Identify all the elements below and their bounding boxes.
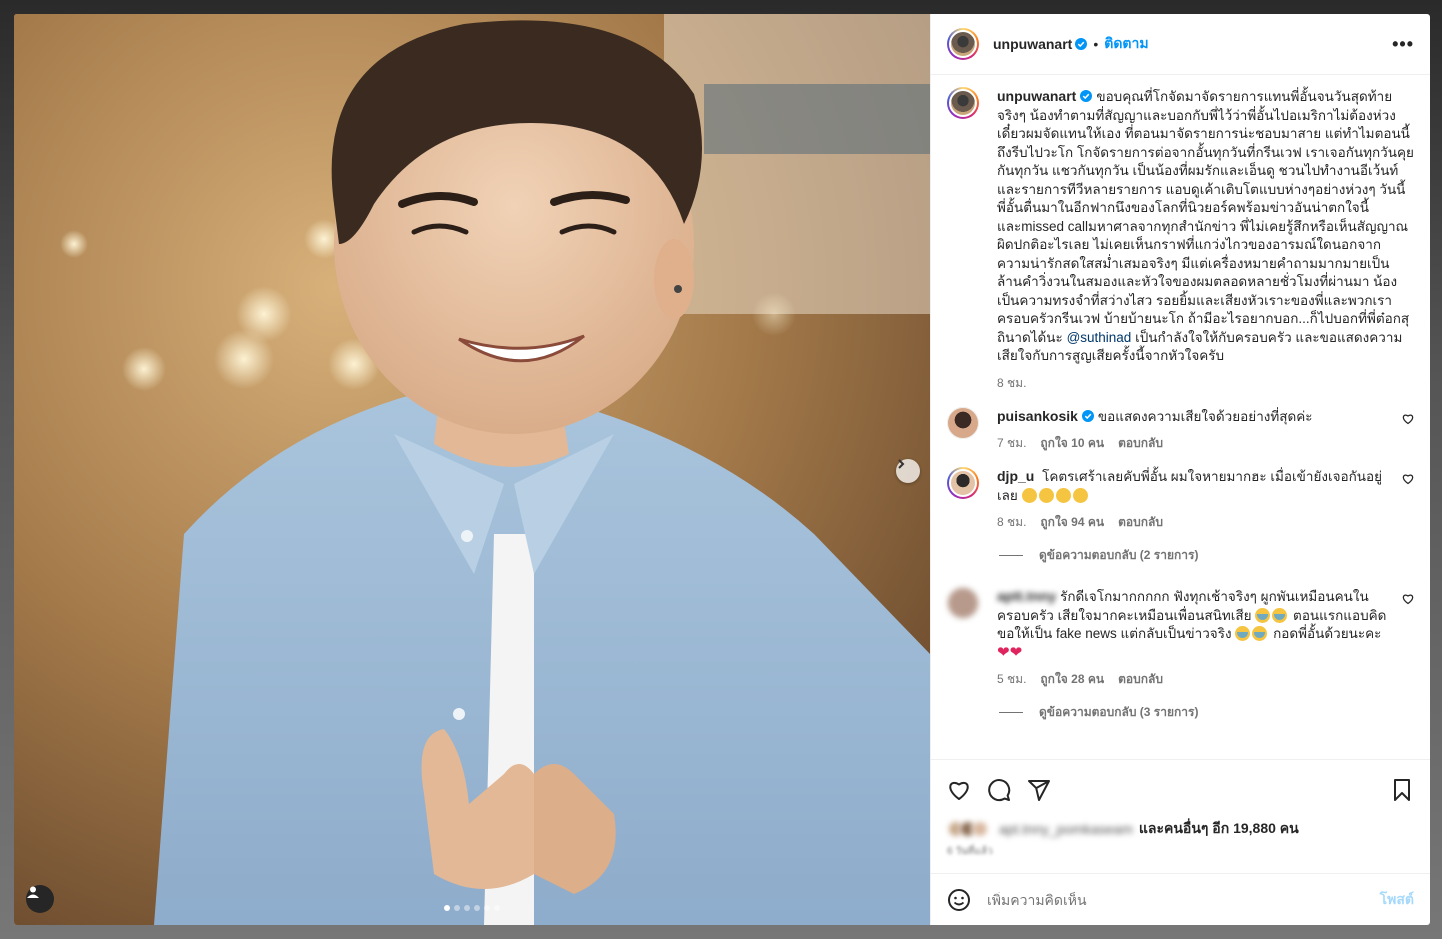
photo-image (14, 14, 930, 925)
reply-button[interactable]: ตอบกลับ (1118, 670, 1163, 689)
caption-text: unpuwanart ขอบคุณที่โกจัดมาจัดรายการแทนพี… (997, 87, 1414, 366)
emoji-sad-group (1021, 487, 1090, 503)
commenter-username[interactable]: djp_u (997, 468, 1034, 484)
share-icon[interactable] (1027, 778, 1051, 802)
comment-text-3: กอดพี่อั้นด้วยนะคะ (1273, 626, 1382, 641)
author-avatar[interactable] (947, 87, 979, 119)
comment-likes[interactable]: ถูกใจ 94 คน (1040, 513, 1104, 532)
emoji-heart-group: ❤❤ (997, 643, 1023, 661)
comment-item: puisankosik ขอแสดงความเสียใจด้วยอย่างที่ส… (947, 406, 1414, 454)
post-caption: unpuwanart ขอบคุณที่โกจัดมาจัดรายการแทนพี… (947, 87, 1414, 393)
post-side-panel: unpuwanart • ติดตาม ••• unpuwanart ขอบคุณ… (930, 14, 1430, 925)
action-icons-row (947, 770, 1414, 810)
carousel-dot (494, 905, 500, 911)
post-modal: unpuwanart • ติดตาม ••• unpuwanart ขอบคุณ… (14, 14, 1430, 925)
carousel-dot (474, 905, 480, 911)
author-username[interactable]: unpuwanart (993, 36, 1072, 52)
reply-button[interactable]: ตอบกลับ (1118, 513, 1163, 532)
caption-time: 8 ชม. (997, 375, 1027, 390)
author-info: unpuwanart • ติดตาม (993, 33, 1149, 55)
verified-badge-icon (1081, 409, 1094, 422)
comment-likes[interactable]: ถูกใจ 10 คน (1040, 434, 1104, 453)
comment-time: 8 ชม. (997, 515, 1027, 529)
comment-input[interactable] (987, 891, 1380, 908)
comment-composer: โพสต์ (931, 873, 1430, 925)
reply-button[interactable]: ตอบกลับ (1118, 434, 1163, 453)
likes-summary[interactable]: apt.tnny_pomkaseam และคนอื่นๆ อีก 19,880… (947, 818, 1414, 840)
replies-divider (999, 555, 1023, 556)
commenter-avatar[interactable] (947, 406, 979, 439)
commenter-avatar[interactable] (947, 587, 979, 619)
liked-by-name[interactable]: apt.tnny_pomkaseam (999, 821, 1133, 837)
post-photo[interactable] (14, 14, 930, 925)
carousel-dot (484, 905, 490, 911)
comment-text: ขอแสดงความเสียใจด้วยอย่างที่สุดค่ะ (1097, 408, 1313, 424)
view-replies-label: ดูข้อความตอบกลับ (3 รายการ) (1039, 705, 1199, 719)
author-avatar[interactable] (947, 28, 979, 60)
view-replies-button[interactable]: ดูข้อความตอบกลับ (3 รายการ) (999, 703, 1414, 722)
likes-count[interactable]: และคนอื่นๆ อีก 19,880 คน (1139, 818, 1299, 840)
emoji-crying-group (1255, 607, 1289, 623)
carousel-dot (444, 905, 450, 911)
follow-button[interactable]: ติดตาม (1104, 33, 1148, 55)
carousel-dot (464, 905, 470, 911)
comment-icon[interactable] (987, 778, 1011, 802)
caption-meta: 8 ชม. (997, 374, 1414, 393)
commenter-username[interactable]: aptt.tnny (997, 588, 1056, 604)
replies-divider (999, 712, 1023, 713)
chevron-right-icon (898, 459, 905, 469)
caption-body: ขอบคุณที่โกจัดมาจัดรายการแทนพี่อั้นจนวัน… (997, 89, 1414, 345)
comment-meta: 8 ชม. ถูกใจ 94 คน ตอบกลับ (997, 513, 1392, 532)
caption-username[interactable]: unpuwanart (997, 88, 1076, 104)
verified-badge-icon (1080, 90, 1093, 102)
post-header: unpuwanart • ติดตาม ••• (931, 14, 1430, 75)
emoji-icon[interactable] (947, 888, 971, 912)
carousel-indicator (14, 905, 930, 911)
comment-time: 7 ชม. (997, 436, 1027, 450)
comments-list[interactable]: unpuwanart ขอบคุณที่โกจัดมาจัดรายการแทนพี… (931, 75, 1430, 759)
bookmark-icon[interactable] (1390, 778, 1414, 802)
comment-likes[interactable]: ถูกใจ 28 คน (1040, 670, 1104, 689)
comment-like-heart-icon[interactable] (1402, 413, 1414, 425)
liker-avatars (947, 820, 989, 838)
commenter-avatar[interactable] (947, 467, 979, 499)
caption-mention-link[interactable]: @suthinad (1067, 330, 1132, 345)
post-comment-button[interactable]: โพสต์ (1380, 889, 1414, 911)
comment-time: 5 ชม. (997, 672, 1027, 686)
more-options-button[interactable]: ••• (1392, 34, 1414, 55)
post-date: 6 วันที่แล้ว (947, 846, 993, 857)
comment-item: djp_u โคตรเศร้าเลยคับพี่อั้น ผมใจหายมากฮ… (947, 467, 1414, 532)
heart-icon[interactable] (947, 778, 971, 802)
view-replies-button[interactable]: ดูข้อความตอบกลับ (2 รายการ) (999, 546, 1414, 565)
carousel-dot (454, 905, 460, 911)
carousel-next-button[interactable] (896, 459, 920, 483)
verified-badge-icon (1075, 38, 1088, 50)
comment-like-heart-icon[interactable] (1402, 473, 1414, 485)
comment-item: aptt.tnny รักดีเจโกมากกกกก ฟังทุกเช้าจริง… (947, 587, 1414, 689)
commenter-username[interactable]: puisankosik (997, 408, 1078, 424)
emoji-crying-group (1235, 626, 1269, 641)
comment-like-heart-icon[interactable] (1402, 593, 1414, 605)
view-replies-label: ดูข้อความตอบกลับ (2 รายการ) (1039, 548, 1199, 562)
user-icon (27, 886, 39, 898)
comment-meta: 5 ชม. ถูกใจ 28 คน ตอบกลับ (997, 670, 1392, 689)
separator-dot: • (1093, 36, 1099, 52)
comment-meta: 7 ชม. ถูกใจ 10 คน ตอบกลับ (997, 434, 1392, 453)
post-actions: apt.tnny_pomkaseam และคนอื่นๆ อีก 19,880… (931, 759, 1430, 859)
